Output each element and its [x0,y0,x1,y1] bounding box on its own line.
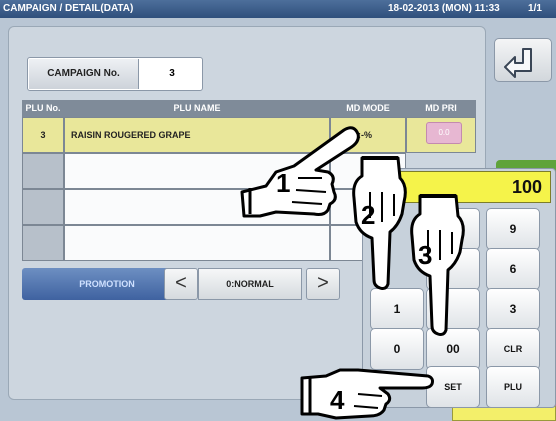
pointing-hand-icon-3 [410,194,465,336]
table-row-empty-plu[interactable] [22,153,64,189]
table-row-empty-plu[interactable] [22,225,64,261]
key-9[interactable]: 9 [486,208,540,250]
key-3[interactable]: 3 [486,288,540,330]
key-plu[interactable]: PLU [486,366,540,408]
table-row-empty-plu[interactable] [22,189,64,225]
back-arrow-icon [504,48,532,78]
page-indicator: 1/1 [528,3,542,14]
campaign-number-box: CAMPAIGN No. 3 [27,57,203,91]
header-md-pri: MD PRI [406,100,476,117]
callout-number-1: 1 [276,168,291,198]
callout-number-4: 4 [330,385,345,415]
promotion-next-button[interactable]: > [306,268,340,300]
screen-title: CAMPAIGN / DETAIL(DATA) [3,3,134,14]
row1-md-pri[interactable]: 0.0 [426,122,462,144]
pointing-hand-icon-2 [352,156,407,290]
campaign-detail-screen: CAMPAIGN / DETAIL(DATA) 18-02-2013 (MON)… [0,0,556,421]
pointing-hand-icon-1 [240,126,360,218]
pointing-hand-icon-4 [300,368,434,420]
back-button[interactable] [494,38,552,82]
key-6[interactable]: 6 [486,248,540,290]
key-clr[interactable]: CLR [486,328,540,370]
date-time: 18-02-2013 (MON) 11:33 [388,3,500,14]
promotion-value[interactable]: 0:NORMAL [198,268,302,300]
campaign-number-label: CAMPAIGN No. [29,59,139,89]
title-bar: CAMPAIGN / DETAIL(DATA) 18-02-2013 (MON)… [0,0,556,18]
callout-number-3: 3 [418,240,433,270]
yellow-status-edge [452,406,556,421]
row1-plu-no[interactable]: 3 [22,117,64,153]
promotion-prev-button[interactable]: < [164,268,198,300]
table-row-empty-name[interactable] [64,225,330,261]
header-plu-no: PLU No. [22,100,64,117]
callout-number-2: 2 [361,200,376,230]
campaign-number-value[interactable]: 3 [146,59,198,89]
